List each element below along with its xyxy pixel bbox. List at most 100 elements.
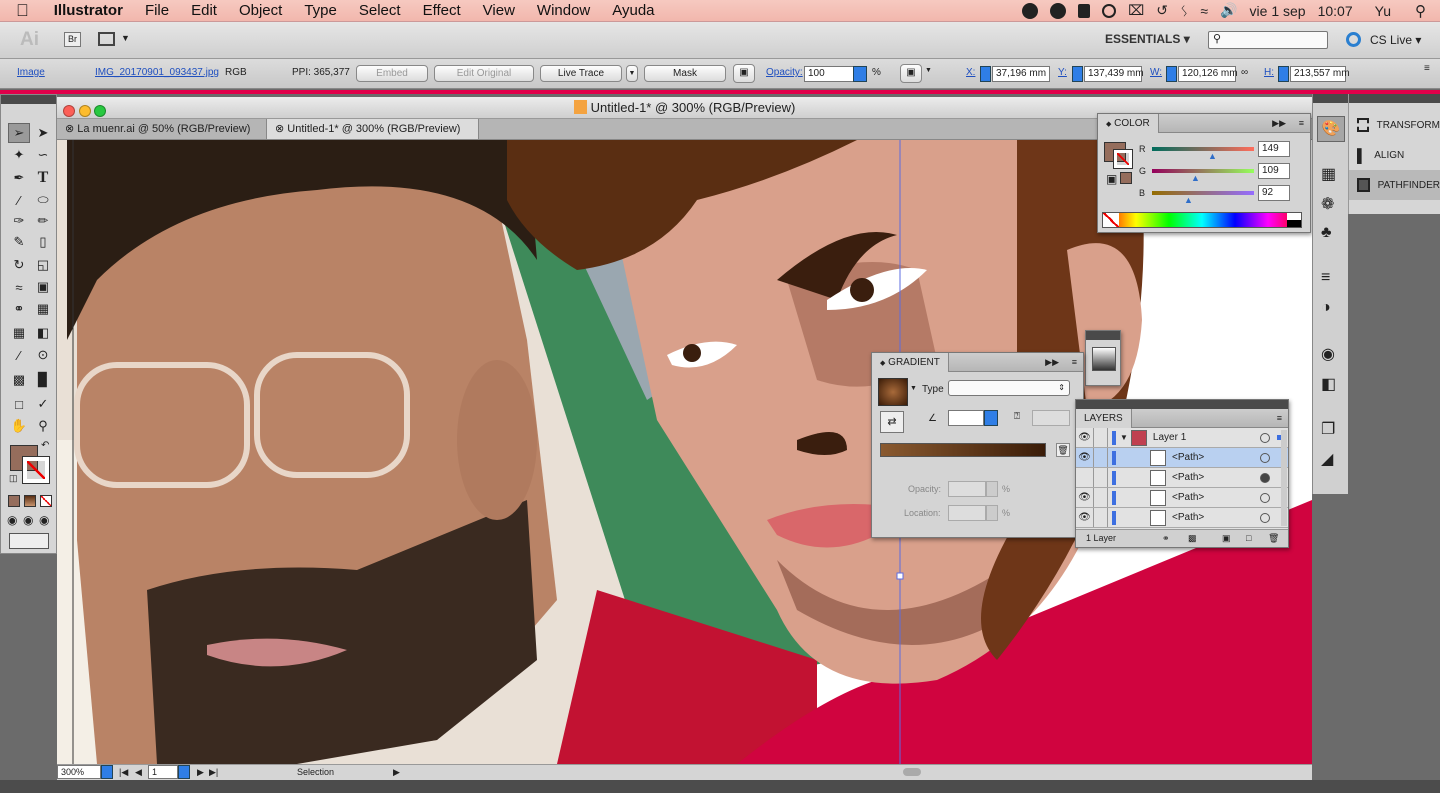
selection-handle[interactable] [896, 572, 904, 580]
live-trace-options-button[interactable]: ▼ [626, 65, 638, 82]
out-of-gamut-icon[interactable]: ▣ [1106, 172, 1117, 186]
blend-tool-icon[interactable]: ⊙ [32, 345, 54, 365]
hand-tool-icon[interactable]: ✋ [8, 416, 30, 436]
white-swatch[interactable] [1287, 213, 1301, 220]
menu-app[interactable]: Illustrator [43, 2, 134, 19]
type-tool-icon[interactable]: T [32, 168, 54, 188]
web-safe-swatch[interactable] [1120, 172, 1132, 184]
volume-icon[interactable]: 🔊 [1220, 2, 1237, 19]
status-x-icon[interactable]: ⌧ [1128, 2, 1144, 19]
delete-layer-icon[interactable]: 🗑 [1268, 530, 1279, 546]
draw-normal-icon[interactable]: ◉ [7, 513, 17, 527]
free-transform-tool-icon[interactable]: ▣ [32, 277, 54, 297]
dock-header[interactable] [1313, 94, 1348, 103]
none-mode-button[interactable] [40, 495, 52, 507]
h-stepper[interactable] [1278, 66, 1289, 82]
embed-button[interactable]: Embed [356, 65, 428, 82]
w-stepper[interactable] [1166, 66, 1177, 82]
screen-mode-button[interactable] [9, 533, 49, 549]
layers-panel-header[interactable] [1076, 400, 1288, 409]
path-name[interactable]: <Path> [1172, 512, 1204, 523]
stop-location-field[interactable] [948, 505, 986, 521]
h-field[interactable]: 213,557 mm [1290, 66, 1350, 82]
scale-tool-icon[interactable]: ◱ [32, 255, 54, 275]
menu-ayuda[interactable]: Ayuda [601, 2, 665, 19]
visibility-eye-icon[interactable]: 👁 [1076, 508, 1094, 527]
green-value-field[interactable]: 109 [1258, 163, 1290, 179]
red-slider[interactable] [1152, 147, 1254, 151]
cs-live-menu[interactable]: CS Live ▾ [1370, 33, 1421, 47]
path-row[interactable]: <Path> [1076, 468, 1288, 488]
black-swatch[interactable] [1287, 220, 1301, 227]
line-tool-icon[interactable]: ∕ [8, 190, 30, 210]
tab-la-muenr[interactable]: ⊗ La muenr.ai @ 50% (RGB/Preview) [57, 119, 267, 139]
menu-window[interactable]: Window [526, 2, 601, 19]
reference-point-icon[interactable]: ▣ [900, 64, 922, 83]
angle-field[interactable] [948, 410, 984, 426]
artboard-number-field[interactable]: 1 [148, 765, 178, 779]
tab-untitled-1[interactable]: ⊗ Untitled-1* @ 300% (RGB/Preview) [267, 119, 479, 139]
new-sublayer-icon[interactable]: ▣ [1222, 530, 1231, 546]
lock-toggle[interactable] [1094, 428, 1108, 447]
status-app-icon[interactable] [1022, 2, 1039, 19]
gradient-panel-title[interactable]: ◆ GRADIENT [872, 353, 949, 372]
gradient-slider-bar[interactable] [880, 443, 1046, 457]
gradient-panel-icon[interactable] [1092, 347, 1116, 371]
transform-icon[interactable]: ▣ [733, 64, 755, 83]
expand-triangle-icon[interactable]: ▼ [1120, 433, 1128, 442]
blob-brush-tool-icon[interactable]: ✎ [8, 232, 30, 252]
horizontal-scrollbar-thumb[interactable] [903, 768, 921, 776]
dock-pathfinder[interactable]: PATHFINDER [1349, 170, 1440, 200]
x-field[interactable]: 37,196 mm [992, 66, 1050, 82]
path-row[interactable]: 👁 <Path> [1076, 488, 1288, 508]
status-m-icon[interactable] [1050, 2, 1067, 19]
menu-type[interactable]: Type [293, 2, 348, 19]
green-slider-handle[interactable]: ▲ [1191, 173, 1200, 183]
minimize-window-icon[interactable] [78, 105, 91, 117]
gradient-panel-menu-icon[interactable]: ≡ [1072, 353, 1077, 372]
rotate-tool-icon[interactable]: ↻ [8, 255, 30, 275]
path-name[interactable]: <Path> [1172, 492, 1204, 503]
layers-panel-menu-icon[interactable]: ≡ [1277, 409, 1282, 428]
blue-slider[interactable] [1152, 191, 1254, 195]
color-panel-menu-icon[interactable]: ≡ [1299, 114, 1304, 133]
lasso-tool-icon[interactable]: ∽ [32, 145, 54, 165]
menubar-user[interactable]: Yu [1375, 3, 1391, 19]
symbols-icon[interactable]: ♣ [1321, 224, 1332, 242]
tab-close-icon[interactable]: ⊗ [275, 123, 284, 135]
transparency-icon[interactable]: ◑ [1321, 299, 1331, 317]
none-color-swatch[interactable] [1103, 213, 1119, 227]
edit-original-button[interactable]: Edit Original [434, 65, 534, 82]
reverse-gradient-icon[interactable]: ⇄ [880, 411, 904, 433]
menu-effect[interactable]: Effect [412, 2, 472, 19]
pencil-tool-icon[interactable]: ✏ [32, 211, 54, 231]
symbol-sprayer-tool-icon[interactable]: ▩ [8, 370, 30, 390]
linked-file-link[interactable]: IMG_20170901_093437.jpg [95, 67, 219, 78]
path-name[interactable]: <Path> [1172, 452, 1204, 463]
new-layer-icon[interactable]: □ [1246, 530, 1251, 546]
selection-tool-icon[interactable]: ➢ [8, 123, 30, 143]
status-menu-icon[interactable]: ▶ [393, 765, 400, 780]
menu-edit[interactable]: Edit [180, 2, 228, 19]
time-machine-icon[interactable]: ↺ [1156, 2, 1168, 19]
live-trace-button[interactable]: Live Trace [540, 65, 622, 82]
bridge-button[interactable]: Br [64, 32, 81, 47]
first-artboard-icon[interactable]: |◀ [119, 765, 128, 780]
next-artboard-icon[interactable]: ▶ [197, 765, 204, 780]
layer-name[interactable]: Layer 1 [1153, 432, 1186, 443]
gradient-type-select[interactable]: ⇕ [948, 380, 1070, 396]
stroke-icon[interactable]: ≡ [1321, 269, 1330, 287]
menu-object[interactable]: Object [228, 2, 293, 19]
layer-row[interactable]: 👁 ▼ Layer 1 [1076, 428, 1288, 448]
visibility-toggle[interactable] [1076, 468, 1094, 487]
default-fill-stroke-icon[interactable]: ◫ [9, 473, 18, 484]
gradient-mode-button[interactable] [24, 495, 36, 507]
prev-artboard-icon[interactable]: ◀ [135, 765, 142, 780]
bluetooth-icon[interactable]: ᛊ [1180, 3, 1188, 19]
gradient-preview-swatch[interactable] [878, 378, 908, 406]
swap-fill-stroke-icon[interactable]: ↶ [41, 440, 49, 451]
angle-dropdown[interactable] [984, 410, 998, 426]
status-clip-icon[interactable] [1078, 3, 1091, 18]
y-field[interactable]: 137,439 mm [1084, 66, 1144, 82]
perspective-grid-tool-icon[interactable]: ▦ [32, 299, 54, 319]
